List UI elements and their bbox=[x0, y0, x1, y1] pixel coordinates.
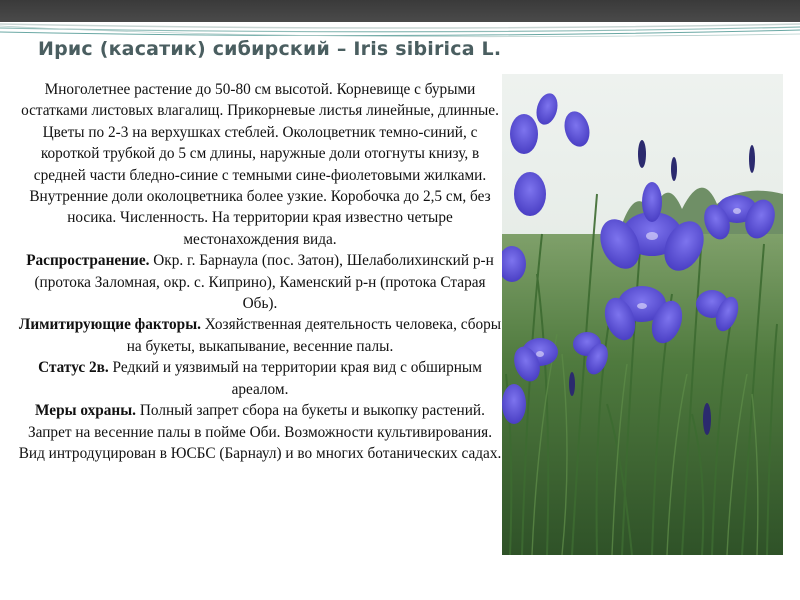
distribution-paragraph: Распространение. Окр. г. Барнаула (пос. … bbox=[16, 250, 504, 314]
factors-label: Лимитирующие факторы. bbox=[18, 316, 201, 334]
measures-paragraph: Меры охраны. Полный запрет сбора на буке… bbox=[16, 400, 504, 464]
status-paragraph: Статус 2в. Редкий и уязвимый на территор… bbox=[16, 357, 504, 400]
description-paragraph: Многолетнее растение до 50-80 см высотой… bbox=[21, 81, 499, 248]
measures-label: Меры охраны. bbox=[35, 402, 137, 420]
top-bar bbox=[0, 0, 800, 22]
factors-paragraph: Лимитирующие факторы. Хозяйственная деят… bbox=[16, 314, 504, 357]
iris-illustration bbox=[502, 74, 783, 555]
slide-title: Ирис (касатик) сибирский – Iris sibirica… bbox=[38, 38, 502, 60]
status-text: Редкий и уязвимый на территории края вид… bbox=[108, 359, 482, 398]
iris-photo bbox=[502, 74, 783, 555]
distribution-label: Распространение. bbox=[26, 252, 150, 270]
status-label: Статус 2в. bbox=[38, 359, 109, 377]
description-block: Многолетнее растение до 50-80 см высотой… bbox=[16, 79, 504, 464]
